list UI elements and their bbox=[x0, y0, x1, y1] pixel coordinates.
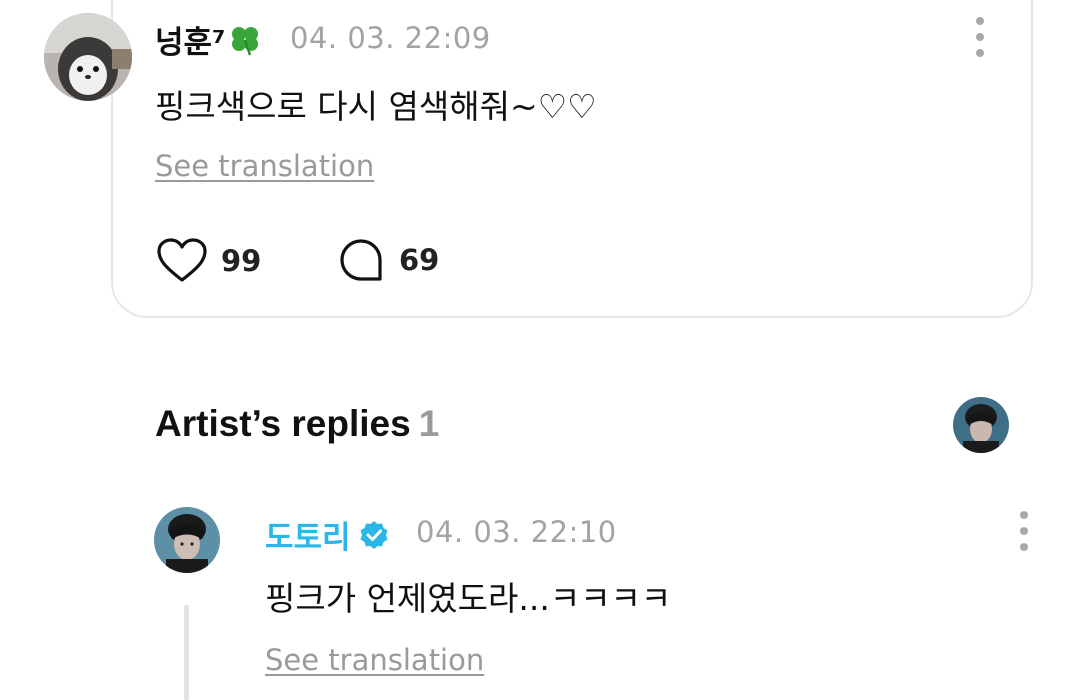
commenter-name[interactable]: 넝훈⁷ bbox=[155, 17, 262, 62]
artist-replies-heading: Artist’s replies 1 bbox=[155, 403, 439, 445]
thread-line bbox=[184, 605, 189, 700]
commenter-name-text: 넝훈⁷ bbox=[155, 25, 226, 61]
like-button[interactable]: 99 bbox=[157, 238, 261, 284]
artist-avatar[interactable] bbox=[154, 507, 220, 573]
comment-bubble-icon bbox=[339, 238, 383, 282]
artist-replies-title: Artist’s replies bbox=[155, 403, 411, 444]
clover-icon bbox=[228, 23, 262, 57]
verified-badge-icon bbox=[359, 520, 389, 550]
heart-icon bbox=[157, 238, 207, 284]
comment-timestamp: 04. 03. 22:09 bbox=[290, 21, 491, 55]
more-vertical-icon[interactable] bbox=[1018, 511, 1030, 551]
artist-replies-count: 1 bbox=[418, 403, 440, 444]
reply-text: 핑크가 언제였도라...ㅋㅋㅋㅋ bbox=[265, 579, 672, 618]
artist-name[interactable]: 도토리 bbox=[265, 512, 389, 557]
post-comments-page: 넝훈⁷ 04. 03. 22:09 핑크색으로 다시 염색해줘~♡♡ See t… bbox=[0, 0, 1079, 700]
reply-timestamp: 04. 03. 22:10 bbox=[416, 515, 617, 549]
artist-name-text: 도토리 bbox=[265, 520, 351, 556]
artist-avatar-small[interactable] bbox=[953, 397, 1009, 453]
comment-text: 핑크색으로 다시 염색해줘~♡♡ bbox=[155, 87, 597, 126]
reply-button[interactable]: 69 bbox=[339, 238, 439, 282]
reply-count: 69 bbox=[399, 243, 440, 277]
more-vertical-icon[interactable] bbox=[974, 17, 986, 57]
like-count: 99 bbox=[221, 244, 262, 278]
see-translation-link[interactable]: See translation bbox=[155, 149, 374, 183]
commenter-avatar[interactable] bbox=[44, 13, 132, 101]
reply-see-translation-link[interactable]: See translation bbox=[265, 643, 484, 677]
